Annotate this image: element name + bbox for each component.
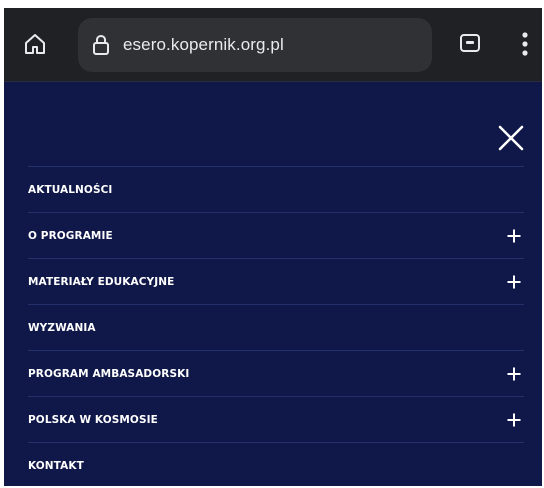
plus-icon[interactable] [507,229,520,242]
main-navigation: AKTUALNOŚCI O PROGRAMIE MATERIAŁY EDUKACYJ… [28,166,524,486]
menu-item-label[interactable]: AKTUALNOŚCI [28,184,112,196]
close-menu-button[interactable] [496,123,526,153]
plus-icon[interactable] [507,413,520,426]
more-vertical-icon [522,32,528,56]
url-text: esero.kopernik.org.pl [123,35,284,54]
site-menu-overlay: AKTUALNOŚCI O PROGRAMIE MATERIAŁY EDUKACYJ… [4,82,542,486]
plus-icon[interactable] [507,367,520,380]
browser-menu-button[interactable] [520,30,530,58]
tab-switcher-button[interactable] [459,32,481,54]
menu-item[interactable]: KONTAKT [28,442,524,486]
menu-item[interactable]: O PROGRAMIE [28,212,524,258]
close-icon [498,125,524,151]
tab-switcher-icon [460,34,480,52]
screen-frame: esero.kopernik.org.pl AKTUALNOŚCI O PROGR… [4,8,542,486]
menu-item[interactable]: AKTUALNOŚCI [28,166,524,212]
menu-item-label[interactable]: MATERIAŁY EDUKACYJNE [28,276,174,288]
menu-item-label[interactable]: O PROGRAMIE [28,230,113,242]
menu-item[interactable]: PROGRAM AMBASADORSKI [28,350,524,396]
menu-item-label[interactable]: WYZWANIA [28,322,96,334]
menu-item-label[interactable]: KONTAKT [28,460,84,472]
menu-item[interactable]: POLSKA W KOSMOSIE [28,396,524,442]
menu-item-label[interactable]: PROGRAM AMBASADORSKI [28,368,189,380]
address-bar[interactable]: esero.kopernik.org.pl [78,18,432,72]
lock-icon [93,34,109,55]
plus-icon[interactable] [507,275,520,288]
home-icon [25,34,45,54]
menu-item-label[interactable]: POLSKA W KOSMOSIE [28,414,158,426]
browser-toolbar: esero.kopernik.org.pl [4,8,542,82]
menu-item[interactable]: MATERIAŁY EDUKACYJNE [28,258,524,304]
home-button[interactable] [23,32,47,56]
menu-item[interactable]: WYZWANIA [28,304,524,350]
